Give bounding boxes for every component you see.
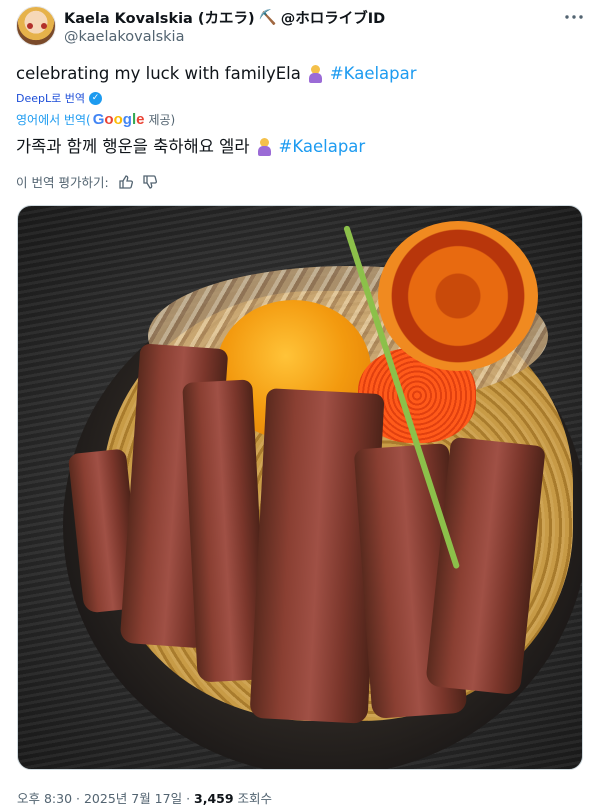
tweet-text: celebrating my luck with familyEla #Kael… xyxy=(16,63,417,85)
author-handle[interactable]: @kaelakovalskia xyxy=(64,29,184,45)
google-logo: Google xyxy=(92,111,145,128)
marigold-graphic xyxy=(378,221,538,371)
person-emoji-icon xyxy=(256,138,273,156)
author-name-line[interactable]: Kaela Kovalskia (カエラ) ⛏️ @ホロライブID xyxy=(64,7,385,28)
translated-body: 가족과 함께 행운을 축하해요 엘라 xyxy=(16,137,250,156)
translated-text: 가족과 함께 행운을 축하해요 엘라 #Kaelapar xyxy=(16,136,365,158)
person-emoji-icon xyxy=(307,65,324,83)
avatar[interactable] xyxy=(16,6,56,46)
tweet-header: Kaela Kovalskia (カエラ) ⛏️ @ホロライブID @kaela… xyxy=(0,0,600,54)
tweet-meta: 오후 8:30 · 2025년 7월 17일 · 3,459 조회수 xyxy=(17,791,273,806)
author-display-name[interactable]: Kaela Kovalskia (カエラ) xyxy=(64,7,255,28)
thumb-down-icon[interactable] xyxy=(143,174,157,189)
hashtag-link[interactable]: #Kaelapar xyxy=(330,63,417,85)
tweet-photo[interactable] xyxy=(17,205,583,770)
google-translation-attribution: 영어에서 번역( Google 제공) xyxy=(16,111,175,128)
deepl-label[interactable]: DeepL로 번역 xyxy=(16,90,85,106)
translated-hashtag-link[interactable]: #Kaelapar xyxy=(279,136,366,158)
deepl-translate-link[interactable]: DeepL로 번역 ✓ xyxy=(16,90,102,106)
tweet-date[interactable]: 2025년 7월 17일 xyxy=(84,791,182,806)
tweet-time[interactable]: 오후 8:30 xyxy=(17,791,72,806)
more-icon[interactable] xyxy=(562,8,586,26)
tweet-body: celebrating my luck with familyEla xyxy=(16,64,301,83)
view-count: 3,459 xyxy=(194,791,234,806)
view-label: 조회수 xyxy=(237,791,273,806)
google-suffix: 제공) xyxy=(148,113,176,127)
author-affiliation: @ホロライブID xyxy=(280,11,386,27)
rate-label: 이 번역 평가하기: xyxy=(16,175,109,190)
google-prefix: 영어에서 번역( xyxy=(16,113,91,127)
deepl-check-icon: ✓ xyxy=(88,91,102,105)
thumb-up-icon[interactable] xyxy=(119,174,133,189)
rate-translation: 이 번역 평가하기: xyxy=(16,172,157,191)
pickaxe-icon: ⛏️ xyxy=(258,10,277,26)
